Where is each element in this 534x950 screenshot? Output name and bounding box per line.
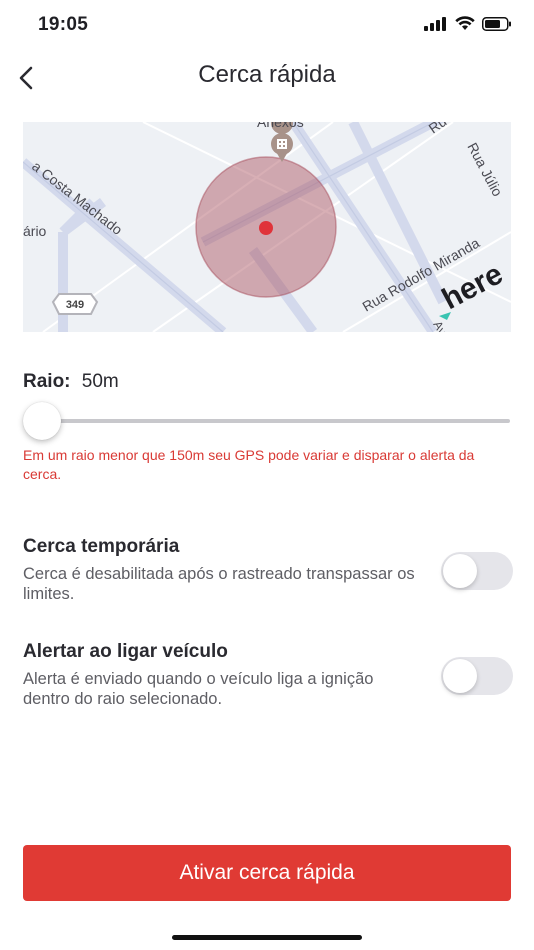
page-title: Cerca rápida bbox=[198, 61, 336, 88]
temporary-fence-description: Cerca é desabilitada após o rastreado tr… bbox=[23, 565, 415, 603]
radius-slider-thumb[interactable] bbox=[23, 402, 61, 440]
home-indicator bbox=[172, 935, 362, 940]
map-canvas: 349 Anexos ário a Costa Machado Rua Rodo… bbox=[23, 122, 511, 332]
ignition-alert-description: Alerta é enviado quando o veículo liga a… bbox=[23, 670, 374, 708]
radius-value: 50m bbox=[81, 371, 119, 392]
status-icons bbox=[424, 16, 512, 31]
route-number: 349 bbox=[66, 299, 84, 311]
location-pin bbox=[259, 221, 273, 235]
ignition-alert-toggle[interactable] bbox=[441, 657, 513, 695]
toggle-knob bbox=[443, 659, 477, 693]
ignition-alert-title: Alertar ao ligar veículo bbox=[23, 641, 228, 662]
radius-row: Raio: 50m bbox=[23, 371, 119, 393]
radius-slider-track[interactable] bbox=[42, 419, 510, 423]
status-time: 19:05 bbox=[38, 14, 89, 35]
map-label-anexos: Anexos bbox=[257, 122, 304, 130]
toggle-knob bbox=[443, 554, 477, 588]
cellular-signal-icon bbox=[424, 16, 446, 31]
radius-label: Raio: bbox=[23, 371, 71, 392]
activate-quick-fence-button[interactable]: Ativar cerca rápida bbox=[23, 845, 511, 901]
map-label-ario: ário bbox=[23, 223, 47, 239]
temporary-fence-title: Cerca temporária bbox=[23, 536, 180, 557]
temporary-fence-toggle[interactable] bbox=[441, 552, 513, 590]
route-shield-icon: 349 bbox=[51, 293, 99, 315]
battery-icon bbox=[482, 16, 511, 31]
gps-warning-text: Em um raio menor que 150m seu GPS pode v… bbox=[23, 447, 475, 482]
map-view[interactable]: 349 Anexos ário a Costa Machado Rua Rodo… bbox=[23, 122, 511, 332]
wifi-icon bbox=[455, 16, 475, 30]
